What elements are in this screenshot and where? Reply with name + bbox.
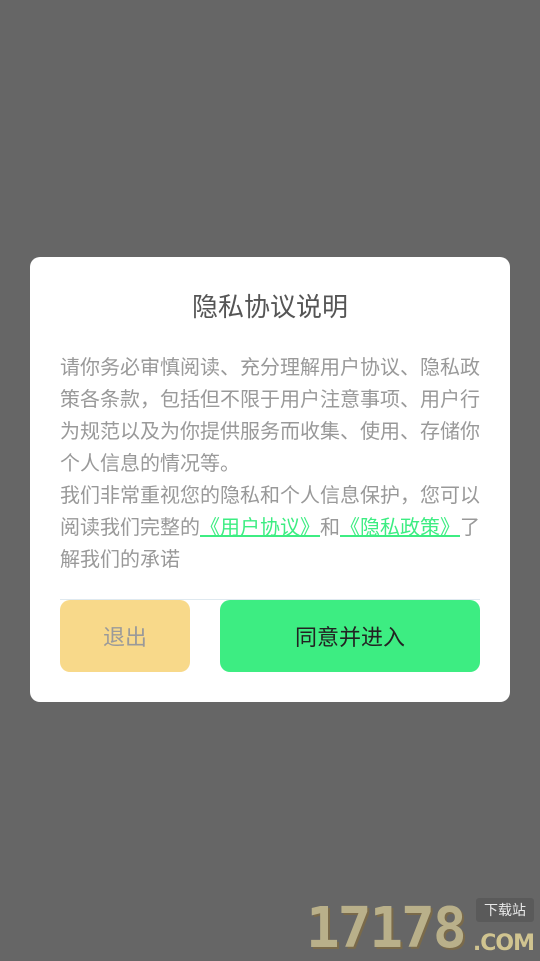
privacy-dialog: 隐私协议说明 请你务必审慎阅读、充分理解用户协议、隐私政策各条款，包括但不限于用…: [30, 257, 510, 702]
exit-button[interactable]: 退出: [60, 600, 190, 672]
site-watermark-logo: 17178 下载站 .COM: [306, 896, 535, 961]
user-agreement-link[interactable]: 《用户协议》: [200, 515, 320, 539]
privacy-paragraph-2: 我们非常重视您的隐私和个人信息保护，您可以阅读我们完整的《用户协议》和《隐私政策…: [60, 479, 480, 575]
watermark-domain: .COM: [472, 931, 535, 956]
privacy-paragraph-1: 请你务必审慎阅读、充分理解用户协议、隐私政策各条款，包括但不限于用户注意事项、用…: [60, 355, 480, 475]
dialog-title: 隐私协议说明: [191, 293, 348, 323]
agree-and-enter-button[interactable]: 同意并进入: [220, 600, 480, 672]
and-text: 和: [320, 515, 340, 539]
dialog-body: 请你务必审慎阅读、充分理解用户协议、隐私政策各条款，包括但不限于用户注意事项、用…: [60, 351, 480, 575]
watermark-number: 17178: [306, 896, 467, 961]
privacy-policy-link[interactable]: 《隐私政策》: [340, 515, 460, 539]
watermark-tag: 下载站: [476, 898, 534, 922]
